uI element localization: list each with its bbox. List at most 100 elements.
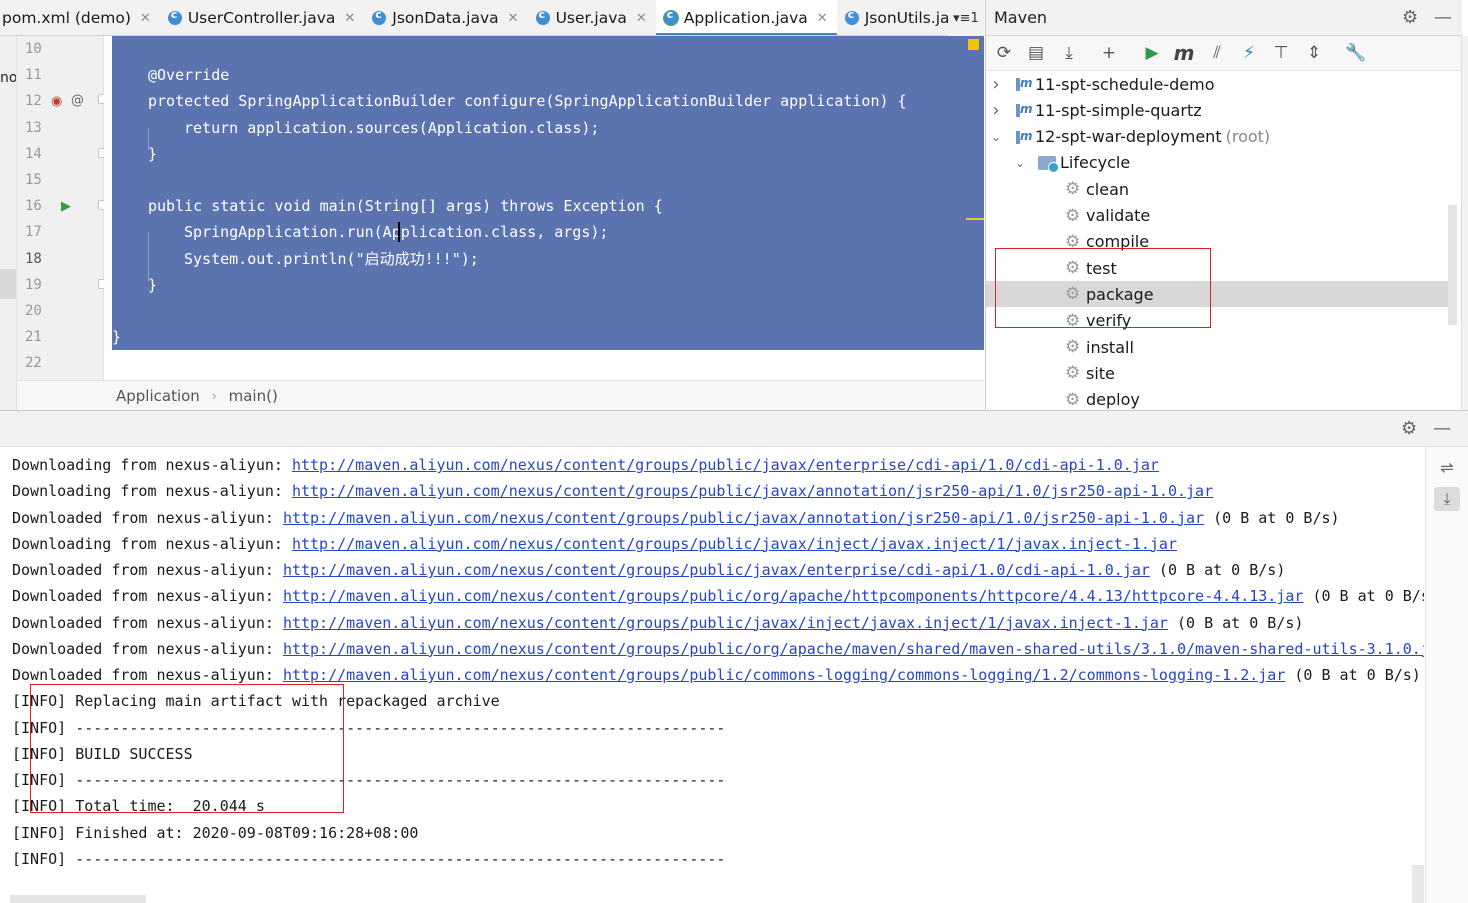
- download-icon[interactable]: ⤓: [1057, 42, 1081, 64]
- console-line-text: Downloaded from nexus-aliyun:: [12, 561, 283, 579]
- console-line-suffix: (0 B at 0 B/s): [1204, 508, 1340, 527]
- run-icon[interactable]: ▶: [1140, 42, 1164, 64]
- console-line-text: Downloading from nexus-aliyun:: [12, 534, 292, 553]
- add-project-icon[interactable]: ▤: [1024, 42, 1048, 64]
- code-line: return application.sources(Application.c…: [184, 118, 600, 137]
- gear-icon[interactable]: ⚙: [1401, 418, 1417, 439]
- line-number: 17: [25, 224, 42, 241]
- editor-tab-label: Application.java: [683, 9, 808, 27]
- console-line: Downloading from nexus-aliyun: http://ma…: [12, 478, 1213, 504]
- code-line: @Override: [148, 66, 230, 85]
- code-editor[interactable]: @Override protected SpringApplicationBuil…: [104, 36, 984, 380]
- left-strip-text: no: [0, 70, 17, 86]
- tree-node-goal[interactable]: ⚙ install: [986, 334, 1448, 360]
- tree-node-label: 11-spt-simple-quartz: [1035, 100, 1202, 120]
- editor-tab[interactable]: User.java ✕: [528, 0, 656, 35]
- console-download-link[interactable]: http://maven.aliyun.com/nexus/content/gr…: [292, 535, 1177, 553]
- console-vertical-scrollbar[interactable]: [1412, 865, 1424, 903]
- code-line: protected SpringApplicationBuilder confi…: [148, 92, 907, 111]
- console-download-link[interactable]: http://maven.aliyun.com/nexus/content/gr…: [283, 666, 1285, 684]
- soft-wrap-icon[interactable]: ⇌: [1434, 455, 1460, 479]
- maven-module-icon: m: [1016, 102, 1033, 118]
- tab-overflow-button[interactable]: ▾≡1: [948, 0, 984, 36]
- run-main-icon[interactable]: ▶: [61, 200, 71, 214]
- show-dependencies-icon[interactable]: ⊤: [1269, 42, 1293, 64]
- tree-node-label: 12-spt-war-deployment: [1035, 127, 1222, 147]
- override-method-icon[interactable]: ◉: [51, 95, 62, 109]
- console-horizontal-scrollbar[interactable]: [10, 895, 146, 903]
- console-line-text: Downloaded from nexus-aliyun:: [12, 639, 283, 658]
- editor-tab[interactable]: JsonData.java ✕: [364, 0, 527, 35]
- line-number: 14: [25, 145, 42, 162]
- code-line: }: [148, 275, 158, 294]
- tree-node-goal[interactable]: ⚙ site: [986, 360, 1448, 386]
- console-side-toolbar: ⇌ ⤓: [1425, 447, 1468, 903]
- minimize-icon[interactable]: —: [1434, 7, 1452, 28]
- chevron-right-icon[interactable]: ›: [990, 74, 1002, 95]
- editor-tab[interactable]: pom.xml (demo) ✕: [0, 0, 160, 35]
- editor-tab-bar: pom.xml (demo)✕UserController.java✕JsonD…: [0, 0, 984, 36]
- tree-node-module[interactable]: › m 11-spt-schedule-demo: [986, 71, 1448, 97]
- console-line-text: Downloading from nexus-aliyun:: [12, 482, 292, 501]
- lifecycle-folder-icon: [1038, 155, 1059, 173]
- close-icon[interactable]: ✕: [817, 11, 828, 26]
- toggle-offline-icon[interactable]: ⫽: [1205, 42, 1229, 64]
- tree-node-suffix: (root): [1225, 127, 1271, 147]
- skip-tests-icon[interactable]: ⚡: [1237, 42, 1261, 64]
- chevron-down-icon[interactable]: ⌄: [1014, 156, 1026, 170]
- plus-icon[interactable]: +: [1097, 42, 1121, 64]
- breadcrumb-class[interactable]: Application: [116, 387, 200, 405]
- run-console: ⚙ — Downloading from nexus-aliyun: http:…: [0, 410, 1468, 903]
- console-download-link[interactable]: http://maven.aliyun.com/nexus/content/gr…: [283, 561, 1150, 579]
- settings-wrench-icon[interactable]: 🔧: [1344, 42, 1368, 64]
- warning-marker-icon[interactable]: [968, 39, 979, 50]
- tree-node-goal[interactable]: ⚙ clean: [986, 176, 1448, 202]
- tree-node-lifecycle[interactable]: ⌄ Lifecycle: [986, 150, 1448, 176]
- highlight-box-build-result: [30, 684, 344, 813]
- class-icon: [372, 8, 387, 25]
- tree-node-label: clean: [1086, 179, 1130, 199]
- line-number: 21: [25, 329, 42, 346]
- breadcrumb-method[interactable]: main(): [229, 387, 278, 405]
- console-download-link[interactable]: http://maven.aliyun.com/nexus/content/gr…: [283, 614, 1168, 632]
- console-download-link[interactable]: http://maven.aliyun.com/nexus/content/gr…: [283, 509, 1204, 527]
- tree-node-goal[interactable]: ⚙ validate: [986, 203, 1448, 229]
- editor-gutter: 10 11 12 13 14 15 16 17 18 19 20 21 22 ◉ @ ▶: [17, 36, 108, 380]
- close-icon[interactable]: ✕: [344, 11, 355, 26]
- chevron-down-icon[interactable]: ⌄: [990, 130, 1002, 144]
- console-line-text: Downloaded from nexus-aliyun:: [12, 613, 283, 632]
- console-output[interactable]: Downloading from nexus-aliyun: http://ma…: [0, 447, 1424, 903]
- console-line: Downloaded from nexus-aliyun: http://mav…: [12, 583, 1424, 609]
- scroll-to-end-icon[interactable]: ⤓: [1434, 487, 1460, 511]
- console-line-text: Downloading from nexus-aliyun:: [12, 456, 292, 474]
- close-icon[interactable]: ✕: [140, 11, 151, 26]
- editor-tab-label: User.java: [555, 9, 627, 27]
- collapse-all-icon[interactable]: ⇕: [1302, 42, 1326, 64]
- class-icon: [535, 8, 550, 25]
- console-download-link[interactable]: http://maven.aliyun.com/nexus/content/gr…: [283, 587, 1303, 605]
- maven-scrollbar[interactable]: [1448, 205, 1457, 325]
- minimize-icon[interactable]: —: [1433, 418, 1451, 439]
- console-download-link[interactable]: http://maven.aliyun.com/nexus/content/gr…: [283, 640, 1424, 658]
- reload-icon[interactable]: ⟳: [992, 42, 1016, 64]
- gear-icon[interactable]: ⚙: [1402, 7, 1418, 28]
- console-download-link[interactable]: http://maven.aliyun.com/nexus/content/gr…: [292, 456, 1159, 474]
- editor-tab[interactable]: UserController.java ✕: [160, 0, 364, 35]
- annotation-icon[interactable]: @: [71, 94, 84, 108]
- tree-node-module[interactable]: ⌄ m 12-spt-war-deployment (root): [986, 124, 1448, 150]
- execute-goal-icon[interactable]: m: [1172, 41, 1196, 65]
- line-number: 13: [25, 119, 42, 136]
- close-icon[interactable]: ✕: [508, 11, 519, 26]
- editor-tab[interactable]: Application.java ✕: [655, 0, 837, 35]
- code-line: SpringApplication.run(Application.class,…: [184, 223, 609, 242]
- chevron-right-icon[interactable]: ›: [990, 100, 1002, 121]
- close-icon[interactable]: ✕: [636, 11, 647, 26]
- console-download-link[interactable]: http://maven.aliyun.com/nexus/content/gr…: [292, 482, 1213, 500]
- console-line-suffix: (0 B at 0 B/s): [1167, 613, 1304, 632]
- tree-node-goal[interactable]: ⚙ deploy: [986, 387, 1448, 413]
- tree-node-module[interactable]: › m 11-spt-simple-quartz: [986, 97, 1448, 123]
- console-line: Downloaded from nexus-aliyun: http://mav…: [12, 636, 1424, 662]
- gear-icon: ⚙: [1065, 205, 1081, 226]
- error-stripe-mark[interactable]: [966, 218, 984, 220]
- code-line: public static void main(String[] args) t…: [148, 197, 663, 216]
